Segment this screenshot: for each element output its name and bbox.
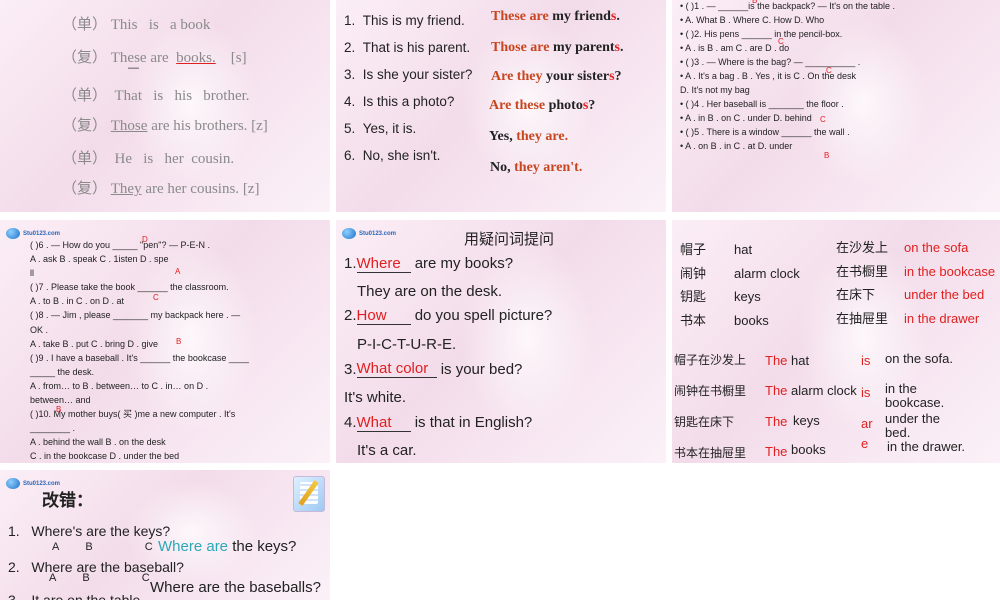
question-item: 6. No, she isn't.: [344, 148, 441, 163]
sentence-verb: are: [861, 416, 873, 451]
sentence-cn: 帽子在沙发上: [674, 353, 747, 367]
slide-title: 改错：: [42, 491, 93, 510]
sentence-noun: keys: [793, 413, 820, 428]
slide-7-error-correction[interactable]: Stu0123.com 改错： 1. Where's are the keys?…: [0, 470, 330, 600]
sentence-place: in the drawer.: [887, 439, 966, 454]
answer-mark: B: [824, 151, 830, 160]
row-1: （单） This is a book: [62, 17, 211, 33]
question-item: 2. That is his parent.: [344, 40, 471, 55]
site-logo: Stu0123.com: [342, 228, 396, 239]
vocab-cn-left: 帽子 闹钟 钥匙 书本: [680, 242, 707, 328]
answer-mark: C: [153, 293, 159, 302]
globe-icon: [342, 228, 356, 239]
error-sentence-3: 3. It are on the table.: [8, 592, 145, 600]
sentence-the: The: [765, 383, 788, 398]
sentence-the: The: [765, 353, 788, 368]
reply-2: P-I-C-T-U-R-E.: [357, 336, 457, 353]
question-item: 3. Is she your sister?: [344, 67, 473, 82]
row-3: （单） That is his brother.: [62, 88, 250, 104]
stress-mark: —: [128, 62, 139, 74]
answer-2: Those are my parents.: [491, 40, 624, 55]
reply-1: They are on the desk.: [357, 283, 503, 300]
sentence-cn: 钥匙在床下: [674, 415, 735, 429]
answer-mark: B: [752, 0, 758, 5]
slide-6-vocabulary[interactable]: 帽子 闹钟 钥匙 书本 hat alarm clock keys books 在沙发上 在书橱…: [672, 220, 1000, 463]
sentence-noun: hat: [791, 353, 810, 368]
answer-6: No, they aren't.: [490, 160, 583, 175]
sentence-place: on the sofa.: [885, 351, 953, 366]
question-item: 5. Yes, it is.: [344, 121, 417, 136]
reply-4: It's a car.: [357, 442, 417, 459]
vocab-cn-right: 在沙发上 在书橱里 在床下 在抽屉里: [836, 240, 889, 326]
reply-3: It's white.: [344, 389, 407, 406]
sentence-noun: books: [791, 442, 826, 457]
sentence-the: The: [765, 414, 788, 429]
correction-2: Where are the baseballs?: [150, 579, 321, 596]
slide-5-question-words[interactable]: Stu0123.com 用疑问词提问 1.Where are my books?…: [336, 220, 666, 463]
sentence-verb: is: [861, 385, 871, 400]
answer-mark: C: [820, 115, 826, 124]
answer-1: These are my friends.: [491, 9, 620, 24]
answer-mark: A: [175, 267, 181, 276]
row-4: （复） Those are his brothers. [z]: [62, 118, 268, 134]
vocab-en-left: hat alarm clock keys books: [734, 242, 800, 328]
question-item: 1. This is my friend.: [344, 13, 465, 28]
row-5: （单） He is her cousin.: [62, 151, 235, 167]
abc-marks: ABC: [52, 541, 153, 553]
globe-icon: [6, 228, 20, 239]
sentence-place: under the bed.: [885, 411, 940, 440]
answer-4: Are these photos?: [489, 98, 596, 113]
answer-3: Are they your sisters?: [491, 69, 622, 84]
abc-marks: ABC: [49, 572, 150, 584]
question-2: 2.How do you spell picture?: [344, 307, 553, 325]
sentence-verb: is: [861, 353, 871, 368]
notepad-pencil-icon: [293, 476, 325, 512]
question-item: 4. Is this a photo?: [344, 94, 455, 109]
slide-1-singular-plural[interactable]: （单） This is a book （复） These are books. …: [0, 0, 330, 212]
error-sentence-1: 1. Where's are the keys?: [8, 523, 171, 539]
answer-mark: D: [142, 235, 148, 244]
answer-mark: B: [56, 405, 62, 414]
row-2: （复） These are books. [s]: [62, 50, 247, 66]
question-1: 1.Where are my books?: [344, 255, 514, 273]
correction-1: Where are the keys?: [158, 538, 297, 555]
question-list: 1. This is my friend. 2. That is his par…: [344, 7, 472, 169]
slide-4-choice-questions[interactable]: Stu0123.com ( )6 . — How do you _____ "p…: [0, 220, 330, 463]
sentence-the: The: [765, 444, 788, 459]
globe-icon: [6, 478, 20, 489]
sentence-cn: 书本在抽屉里: [674, 446, 747, 460]
question-3: 3.What color is your bed?: [344, 360, 523, 378]
slide-2-transform-sentences[interactable]: 1. This is my friend. 2. That is his par…: [336, 0, 666, 212]
answer-5: Yes, they are.: [489, 129, 569, 144]
question-4: 4.What is that in English?: [344, 414, 533, 432]
row-6: （复） They are her cousins. [z]: [62, 181, 260, 197]
slide-title: 用疑问词提问: [464, 231, 555, 248]
vocab-en-right: on the sofa in the bookcase under the bed i…: [904, 240, 996, 326]
answer-mark: C: [778, 37, 784, 46]
answer-mark: C: [826, 66, 832, 75]
sentence-noun: alarm clock: [791, 383, 857, 398]
choice-list: ( )6 . — How do you _____ "pen"? — P-E-N…: [30, 240, 249, 462]
sentence-cn: 闹钟在书橱里: [674, 384, 747, 398]
slide-3-choice-questions[interactable]: • ( )1 . — ______is the backpack? — It's…: [672, 0, 1000, 212]
choice-list: • ( )1 . — ______is the backpack? — It's…: [680, 1, 895, 151]
sentence-place: in the bookcase.: [885, 381, 945, 410]
answer-mark: B: [176, 337, 182, 346]
